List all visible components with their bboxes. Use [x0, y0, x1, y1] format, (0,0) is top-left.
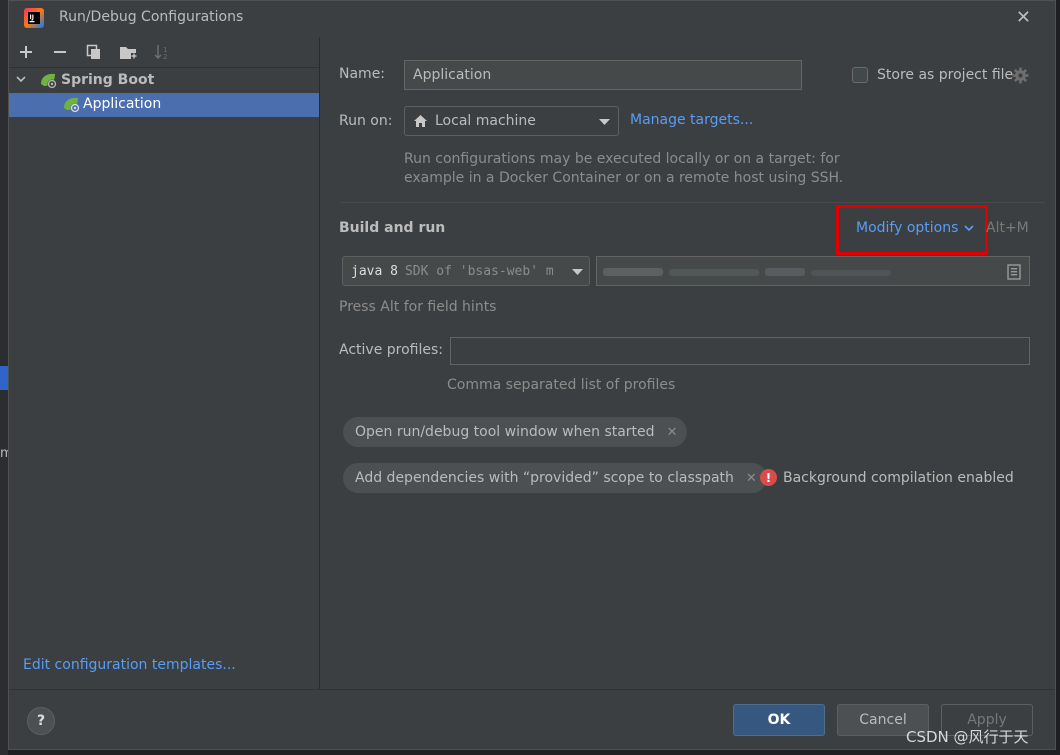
chevron-down-icon[interactable]: [15, 73, 27, 88]
modify-options-link[interactable]: Modify options: [856, 220, 958, 236]
run-on-hint-line2: example in a Docker Container or on a re…: [404, 170, 844, 186]
configuration-form: Name: Application Store as project file …: [320, 37, 1055, 689]
chip-label: Add dependencies with “provided” scope t…: [355, 470, 734, 486]
sort-icon[interactable]: 12: [151, 41, 173, 63]
add-icon[interactable]: [15, 41, 37, 63]
run-on-label: Run on:: [339, 113, 393, 129]
option-chip-provided-scope: Add dependencies with “provided” scope t…: [343, 463, 767, 493]
browse-class-icon[interactable]: [1007, 264, 1021, 280]
store-as-project-file-label: Store as project file: [877, 67, 1014, 83]
edit-configuration-templates-link[interactable]: Edit configuration templates...: [23, 657, 236, 673]
close-icon[interactable]: ✕: [1016, 7, 1031, 28]
close-icon[interactable]: ✕: [746, 471, 757, 486]
dropdown-arrow-icon: [572, 269, 583, 275]
folder-icon[interactable]: [117, 41, 139, 63]
dropdown-arrow-icon: [599, 119, 610, 125]
tree-item-application[interactable]: Application: [9, 93, 319, 117]
name-input-value: Application: [413, 67, 492, 83]
tree-toolbar: 12: [9, 37, 319, 68]
svg-text:IJ: IJ: [30, 14, 34, 21]
chip-label: Open run/debug tool window when started: [355, 424, 655, 440]
configurations-tree-pane: 12 Spring Boot Application Edit configur…: [9, 37, 320, 689]
jdk-dropdown[interactable]: java 8 SDK of 'bsas-web' m: [342, 256, 590, 286]
background-compilation-label: Background compilation enabled: [783, 470, 1014, 486]
svg-text:2: 2: [163, 53, 167, 60]
manage-targets-link[interactable]: Manage targets...: [630, 112, 753, 128]
name-input[interactable]: Application: [404, 60, 802, 90]
build-and-run-heading: Build and run: [339, 220, 446, 236]
ide-selection-marker: [0, 366, 8, 390]
run-debug-dialog: IJ Run/Debug Configurations ✕ 12 Spring …: [8, 0, 1056, 750]
active-profiles-label: Active profiles:: [339, 342, 443, 358]
tree-item-label: Application: [83, 96, 162, 112]
name-label: Name:: [339, 66, 386, 82]
store-as-project-file-checkbox[interactable]: [852, 67, 868, 83]
intellij-icon: IJ: [24, 8, 44, 28]
ide-background-strip: m: [0, 0, 13, 755]
run-on-hint-line1: Run configurations may be executed local…: [404, 151, 840, 167]
jdk-prefix: java 8: [351, 263, 398, 279]
home-icon: [414, 115, 427, 127]
close-icon[interactable]: ✕: [667, 425, 678, 440]
tree-group-label: Spring Boot: [61, 72, 155, 88]
blurred-main-class: [603, 268, 891, 276]
spring-boot-icon: [41, 73, 57, 89]
gear-icon[interactable]: [1012, 67, 1029, 84]
main-class-input[interactable]: [596, 256, 1030, 286]
chevron-down-icon[interactable]: [964, 225, 974, 232]
active-profiles-input[interactable]: [450, 337, 1030, 365]
dialog-button-bar: ? OK Cancel Apply: [9, 689, 1055, 750]
help-button[interactable]: ?: [27, 707, 55, 735]
title-bar: IJ Run/Debug Configurations ✕: [9, 1, 1055, 37]
jdk-value: SDK of 'bsas-web' m: [404, 263, 554, 279]
section-divider: [340, 202, 1045, 203]
tree-group-spring-boot[interactable]: Spring Boot: [9, 69, 319, 93]
dialog-title: Run/Debug Configurations: [59, 9, 244, 25]
press-alt-hint: Press Alt for field hints: [339, 299, 497, 315]
ok-button[interactable]: OK: [733, 704, 825, 736]
csdn-watermark: CSDN @风行于天: [906, 728, 1029, 746]
spring-boot-app-icon: [64, 97, 80, 113]
option-chip-open-tool-window: Open run/debug tool window when started …: [343, 417, 688, 447]
copy-icon[interactable]: [83, 41, 105, 63]
remove-icon[interactable]: [49, 41, 71, 63]
modify-options-shortcut: Alt+M: [986, 220, 1029, 236]
run-on-dropdown[interactable]: Local machine: [404, 106, 619, 136]
error-icon: !: [760, 469, 777, 486]
active-profiles-hint: Comma separated list of profiles: [447, 377, 676, 393]
run-on-value: Local machine: [435, 113, 536, 129]
